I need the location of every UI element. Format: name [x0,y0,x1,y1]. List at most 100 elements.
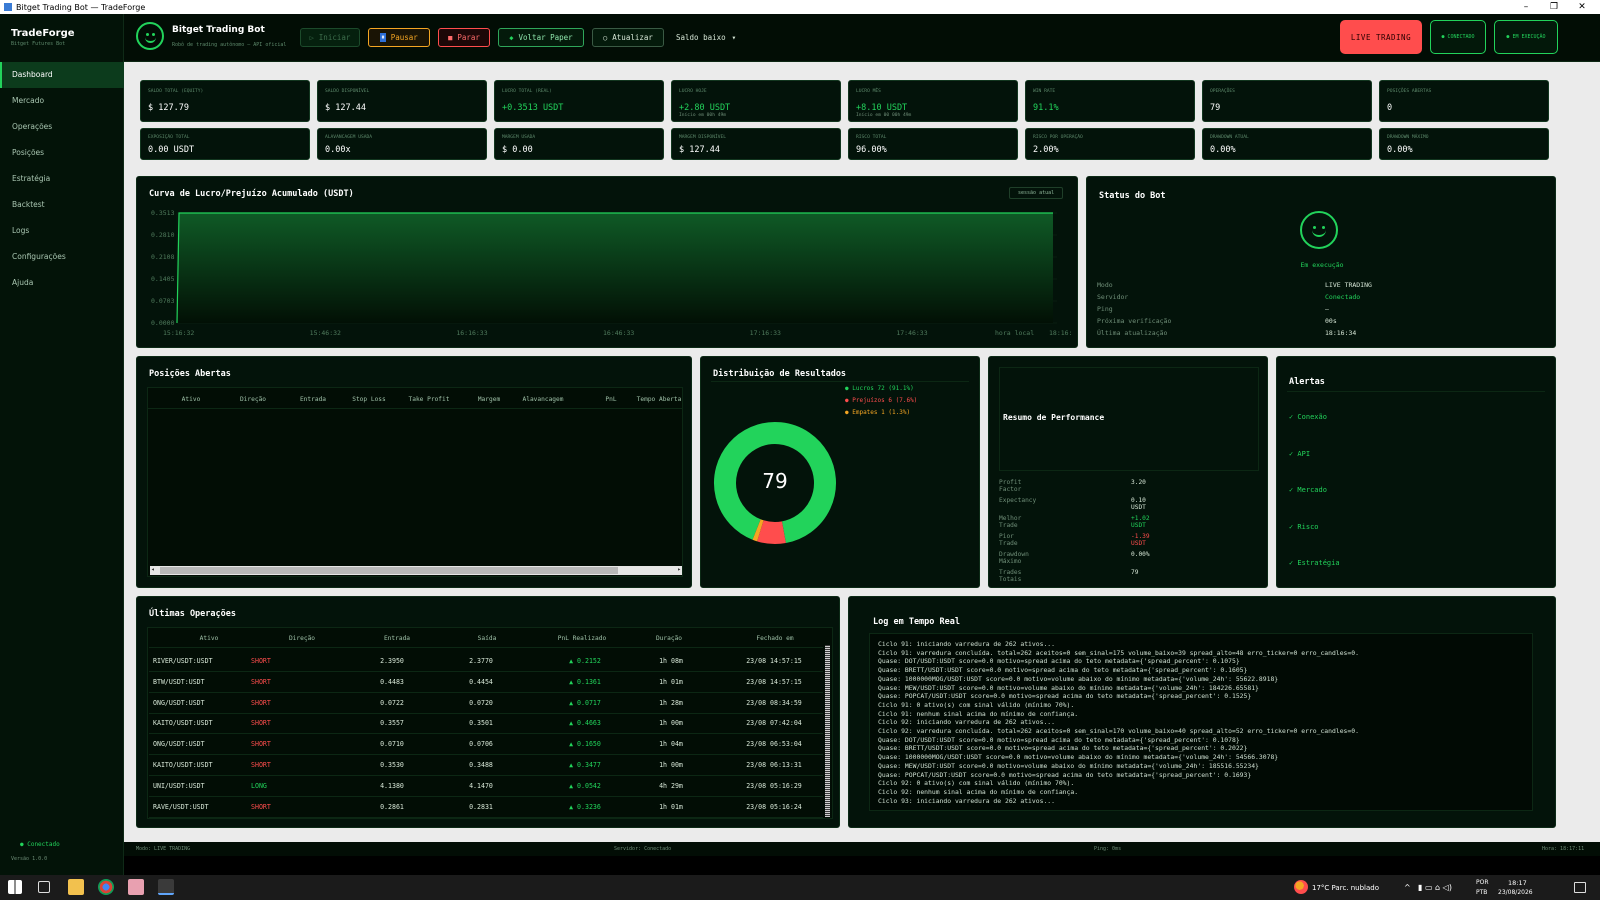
table-row[interactable]: BTW/USDT:USDT SHORT 0.4483 0.4454 ▲ 0.1361 1h… [149,672,823,693]
trades-column-header[interactable]: PnL Realizado [527,635,637,642]
notifications-icon[interactable] [1574,882,1586,893]
sidebar-item-backtest[interactable]: Backtest [0,192,124,218]
alert-item[interactable]: ✓ Risco [1289,523,1319,531]
scroll-right-icon[interactable]: ▸ [677,566,681,573]
running-badge[interactable]: ● EM EXECUÇÃO [1494,20,1558,54]
table-row[interactable]: ONG/USDT:USDT SHORT 0.0710 0.0706 ▲ 0.1650 1h… [149,734,823,756]
close-button[interactable]: ✕ [1568,0,1596,14]
balance-select[interactable]: Saldo baixo ▾ [676,28,736,47]
sidebar-item-mercado[interactable]: Mercado [0,88,124,114]
trades-column-header[interactable]: Entrada [347,635,447,642]
language-code[interactable]: POR [1476,879,1489,886]
alert-item[interactable]: ✓ Conexão [1289,413,1327,421]
donut-slice-empates[interactable] [752,519,764,542]
y-tick-label: 0.1405 [151,275,175,283]
kpi-label: Operações [1210,89,1235,94]
table-row[interactable]: KAITO/USDT:USDT SHORT 0.3530 0.3488 ▲ 0.3477… [149,755,823,776]
performance-key: Pior Trade [999,533,1018,547]
keyboard-layout[interactable]: PTB [1476,889,1487,896]
pnl-chart-title: Curva de Lucro/Prejuízo Acumulado (USDT) [149,189,354,199]
status-key: Próxima verificação [1097,317,1172,325]
weather-text[interactable]: 17°C Parc. nublado [1312,884,1379,892]
start-button[interactable]: ▷ Iniciar [300,28,360,47]
table-row[interactable]: RIVER/USDT:USDT SHORT 2.3950 2.3770 ▲ 0.2152… [149,651,823,672]
positions-column-header[interactable]: Tempo Aberta [634,396,684,403]
horizontal-scrollbar[interactable]: ◂ ▸ [150,566,682,575]
kpi-value: 0.00 USDT [148,145,195,155]
refresh-button[interactable]: ○ Atualizar [592,28,664,47]
tray-chevron-icon[interactable]: ^ [1404,883,1411,892]
table-cell: ▲ 0.0542 [569,781,601,790]
positions-column-header[interactable]: Entrada [288,396,338,403]
kpi-value: 0.00x [325,145,351,155]
sidebar-item-configuracoes[interactable]: Configurações [0,244,124,270]
status-value: Conectado [1325,293,1361,301]
app-icon[interactable] [128,879,144,895]
sidebar-item-ajuda[interactable]: Ajuda [0,270,124,296]
sidebar-item-logs[interactable]: Logs [0,218,124,244]
tradeforge-taskbar-icon[interactable] [158,879,174,895]
paper-mode-button-label: Voltar Paper [518,33,573,42]
log-line: Quase: DOT/USDT:USDT score=0.0 motivo=sp… [878,735,1240,744]
trades-column-header[interactable]: Saída [447,635,527,642]
app-subtitle: Robô de trading autônomo — API oficial [172,42,287,48]
table-row[interactable]: KAITO/USDT:USDT SHORT 0.3557 0.3501 ▲ 0.4663… [149,713,823,735]
sidebar-item-operacoes[interactable]: Operações [0,114,124,140]
table-row[interactable]: ONG/USDT:USDT SHORT 0.0722 0.0720 ▲ 0.0717 1h… [149,693,823,714]
clock-time[interactable]: 18:17 [1508,879,1527,887]
connected-badge[interactable]: ● CONECTADO [1430,20,1486,54]
pause-button[interactable]: ⏸ Pausar [368,28,430,47]
table-row[interactable]: UNI/USDT:USDT LONG 4.1380 4.1470 ▲ 0.0542 4h … [149,776,823,797]
positions-column-header[interactable]: Take Profit [404,396,454,403]
kpi-card: Operações 79 [1202,80,1372,122]
sidebar-item-dashboard[interactable]: Dashboard [0,62,124,88]
table-row[interactable]: RAVE/USDT:USDT SHORT 0.2861 0.2831 ▲ 0.3236 1… [149,797,823,818]
positions-column-header[interactable]: Direção [228,396,278,403]
tray-icons[interactable]: ▮ ▭ ⌂ ◁) [1418,883,1452,892]
session-tag[interactable]: sessão atual [1009,187,1064,199]
positions-column-header[interactable]: Stop Loss [344,396,394,403]
alert-item[interactable]: ✓ API [1289,450,1310,458]
trades-column-header[interactable]: Duração [629,635,709,642]
kpi-value: 2.00% [1033,145,1059,155]
kpi-label: Risco Total [856,135,887,140]
trades-column-header[interactable]: Ativo [159,635,259,642]
task-view-icon[interactable] [38,881,50,893]
legend-label: Lucros [852,385,874,392]
positions-column-header[interactable]: Alavancagem [518,396,568,403]
kpi-value: +8.10 USDT [856,103,908,113]
windows-start-icon[interactable] [8,880,22,894]
file-explorer-icon[interactable] [68,879,84,895]
sidebar-item-posicoes[interactable]: Posições [0,140,124,166]
stop-button[interactable]: ■ Parar [438,28,490,47]
alert-item[interactable]: ✓ Mercado [1289,486,1327,494]
log-output[interactable]: Ciclo 91: iniciando varredura de 262 ati… [869,633,1533,811]
clock-date[interactable]: 23/08/2026 [1498,889,1533,896]
log-line: Ciclo 91: 0 ativo(s) com sinal válido (m… [878,700,1075,709]
positions-column-header[interactable]: Ativo [166,396,216,403]
table-cell: 1h 00m [659,761,683,769]
kpi-label: Lucro Mês [856,89,881,94]
minimize-button[interactable]: – [1512,0,1540,14]
footer-server: Servidor: Conectado [614,846,672,852]
positions-column-header[interactable]: PnL [586,396,636,403]
balance-select-value: Saldo baixo [676,33,726,42]
donut-slice-prejuízos[interactable] [757,520,786,544]
trades-column-header[interactable]: Fechado em [715,635,835,642]
positions-column-header[interactable]: Margem [464,396,514,403]
bot-state-text: Em execução [1300,261,1344,269]
alert-item[interactable]: ✓ Estratégia [1289,559,1340,567]
chrome-icon[interactable] [98,879,114,895]
table-cell: 1h 01m [659,677,683,686]
table-cell: 23/08 06:53:04 [746,740,802,749]
table-cell: SHORT [251,761,271,769]
paper-mode-button[interactable]: ◆ Voltar Paper [498,28,584,47]
trades-column-header[interactable]: Direção [257,635,347,642]
sidebar-item-estrategia[interactable]: Estratégia [0,166,124,192]
vertical-scrollbar[interactable] [825,645,830,817]
scroll-left-icon[interactable]: ◂ [151,566,155,573]
performance-value: 3.20 [1131,479,1146,486]
maximize-button[interactable]: ❐ [1540,0,1568,14]
table-cell: SHORT [251,677,271,686]
live-trading-badge[interactable]: LIVE TRADING [1340,20,1422,54]
